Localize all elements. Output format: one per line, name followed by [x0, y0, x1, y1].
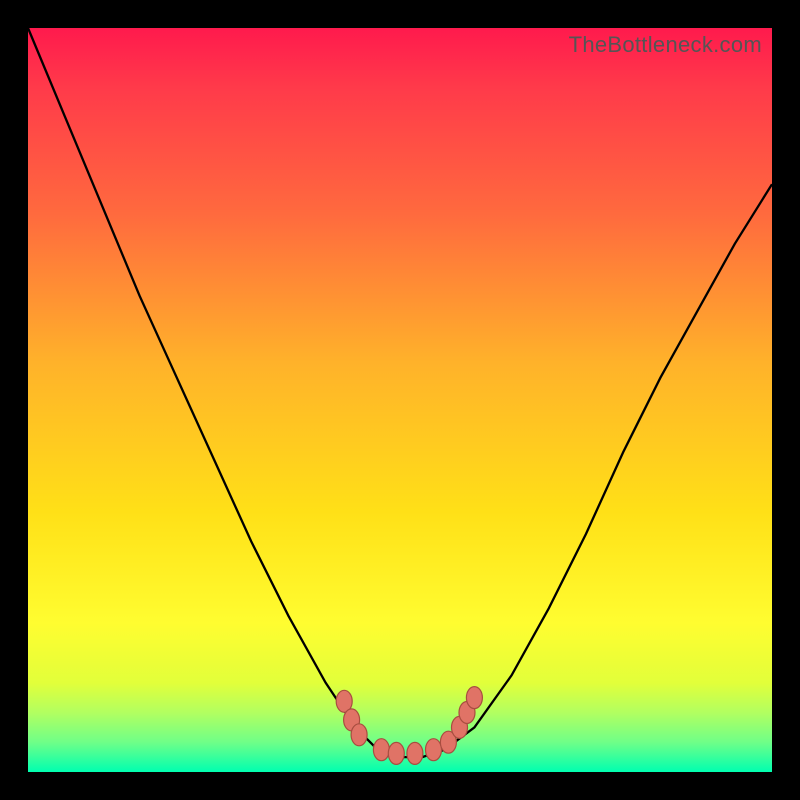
chart-frame: TheBottleneck.com [0, 0, 800, 800]
marker-dot [373, 739, 389, 761]
marker-dot [388, 742, 404, 764]
valley-markers [336, 687, 482, 765]
curve-svg [28, 28, 772, 772]
marker-dot [466, 687, 482, 709]
marker-dot [407, 742, 423, 764]
bottleneck-curve [28, 28, 772, 757]
plot-area: TheBottleneck.com [28, 28, 772, 772]
marker-dot [351, 724, 367, 746]
marker-dot [426, 739, 442, 761]
